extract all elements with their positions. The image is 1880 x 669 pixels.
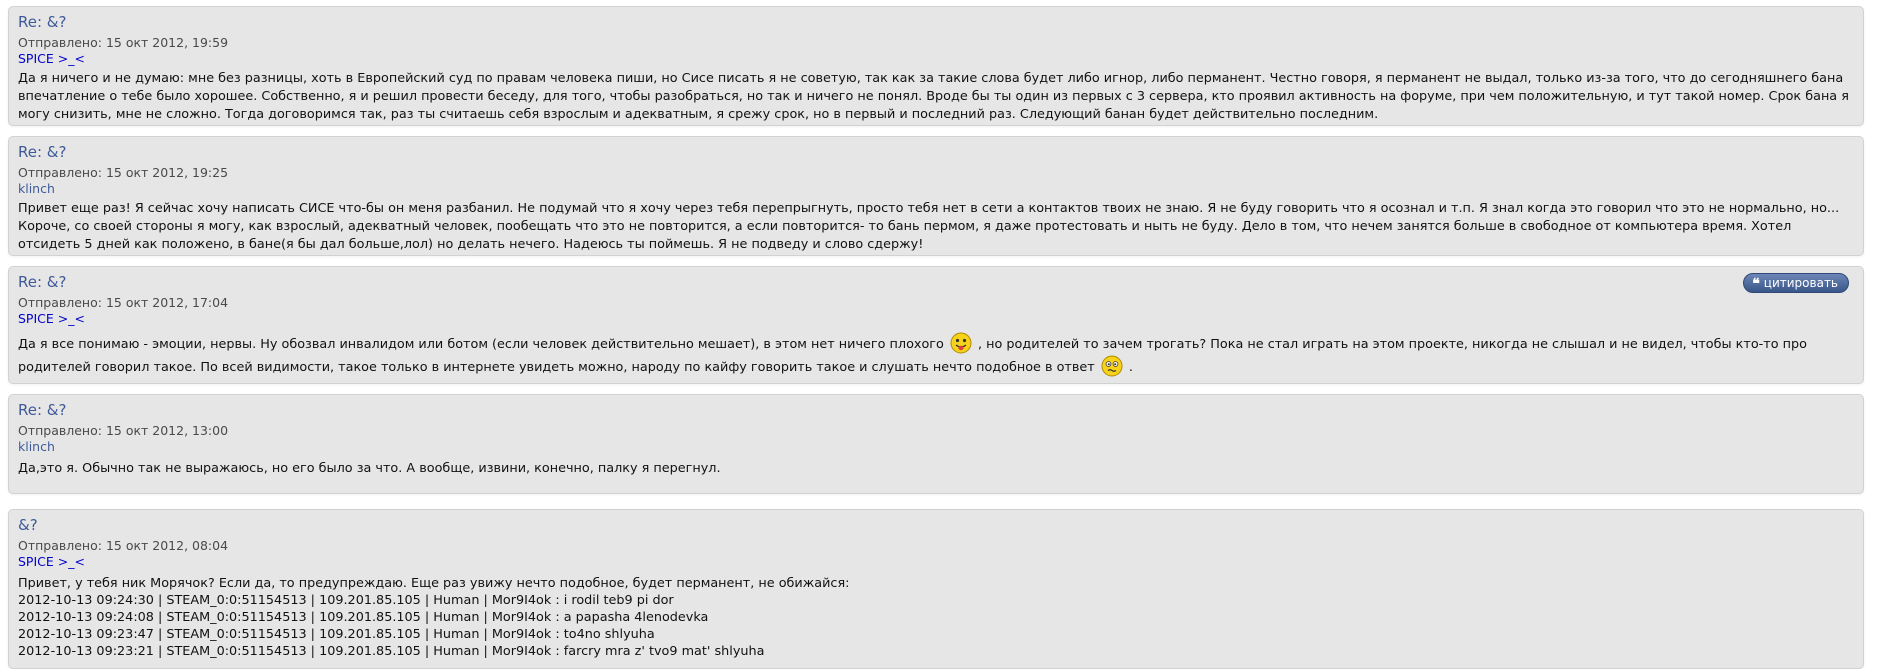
message-title-link[interactable]: Re: &?	[18, 401, 66, 421]
message-timestamp: Отправлено: 15 окт 2012, 17:04	[18, 295, 229, 310]
message-list: Re: &? Отправлено: 15 окт 2012, 19:59 SP…	[0, 0, 1880, 669]
author-link[interactable]: klinch	[18, 439, 55, 454]
author-link[interactable]: SPICE >_<	[18, 554, 85, 569]
message-post: Re: &? Отправлено: 15 окт 2012, 19:59 SP…	[8, 6, 1864, 126]
message-body: Да я все понимаю - эмоции, нервы. Ну обо…	[18, 332, 1854, 378]
message-title-link[interactable]: Re: &?	[18, 143, 66, 163]
chat-log-line: 2012-10-13 09:23:47 | STEAM_0:0:51154513…	[18, 627, 655, 642]
chat-log-line: 2012-10-13 09:23:21 | STEAM_0:0:51154513…	[18, 644, 765, 659]
confused-smiley-icon	[1101, 355, 1123, 377]
message-timestamp: Отправлено: 15 окт 2012, 19:25	[18, 165, 229, 180]
chat-log-line: 2012-10-13 09:24:08 | STEAM_0:0:51154513…	[18, 610, 709, 625]
quote-button-label: цитировать	[1763, 275, 1838, 290]
message-body: Привет, у тебя ник Морячок? Если да, то …	[18, 575, 1854, 660]
chat-log-line: 2012-10-13 09:24:30 | STEAM_0:0:51154513…	[18, 593, 674, 608]
message-post: Re: &? ❝ цитировать Отправлено: 15 окт 2…	[8, 266, 1864, 384]
quote-button[interactable]: ❝ цитировать	[1743, 273, 1849, 293]
message-post: &? Отправлено: 15 окт 2012, 08:04 SPICE …	[8, 509, 1864, 669]
message-timestamp: Отправлено: 15 окт 2012, 19:59	[18, 35, 229, 50]
message-body-text: Да я все понимаю - эмоции, нервы. Ну обо…	[18, 337, 944, 352]
message-post: Re: &? Отправлено: 15 окт 2012, 13:00 kl…	[8, 394, 1864, 494]
message-timestamp: Отправлено: 15 окт 2012, 08:04	[18, 538, 229, 553]
message-title-link[interactable]: Re: &?	[18, 13, 66, 33]
message-body-text: .	[1128, 360, 1133, 375]
message-body: Да я ничего и не думаю: мне без разницы,…	[18, 71, 1849, 122]
tongue-smiley-icon	[950, 332, 972, 354]
author-link[interactable]: SPICE >_<	[18, 51, 85, 66]
message-title-link[interactable]: &?	[18, 516, 38, 536]
message-body-text: Привет, у тебя ник Морячок? Если да, то …	[18, 576, 850, 591]
author-link[interactable]: klinch	[18, 181, 55, 196]
quote-icon: ❝	[1752, 276, 1760, 292]
message-body: Да,это я. Обычно так не выражаюсь, но ег…	[18, 461, 721, 476]
message-timestamp: Отправлено: 15 окт 2012, 13:00	[18, 423, 229, 438]
message-title-link[interactable]: Re: &?	[18, 273, 66, 293]
message-body: Привет еще раз! Я сейчас хочу написать С…	[18, 201, 1840, 252]
message-post: Re: &? Отправлено: 15 окт 2012, 19:25 kl…	[8, 136, 1864, 256]
author-link[interactable]: SPICE >_<	[18, 311, 85, 326]
